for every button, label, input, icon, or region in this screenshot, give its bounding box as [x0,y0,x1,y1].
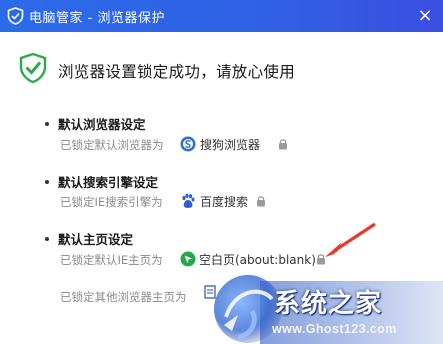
sogou-icon [180,136,196,152]
success-headline: 浏览器设置锁定成功，请放心使用 [58,63,296,81]
search-engine-value: 百度搜索 [200,195,249,209]
title-bar: 电脑管家 - 浏览器保护 × [0,0,443,32]
other-browsers-label: 已锁定其他浏览器主页为 [60,290,187,304]
watermark-logo-text: 系统之家 [274,289,383,319]
window-title: 电脑管家 - 浏览器保护 [29,11,165,26]
default-browser-value: 搜狗浏览器 [200,138,261,152]
section-title-default-browser: 默认浏览器设定 [58,117,146,132]
lock-icon[interactable] [278,138,288,150]
check-shield-icon [19,52,47,84]
section-title-search-engine: 默认搜索引擎设定 [58,175,159,190]
default-browser-label: 已锁定默认浏览器为 [60,138,164,152]
homepage-label: 已锁定默认IE主页为 [60,253,163,267]
shield-icon [7,7,24,25]
search-engine-label: 已锁定IE搜索引擎为 [60,195,163,209]
bullet [45,180,49,184]
bullet [45,122,49,126]
red-arrow-annotation [325,222,376,257]
watermark-url: www.Ghost123.com [272,322,397,336]
close-button[interactable]: × [415,6,435,26]
bullet [45,237,49,241]
baidu-paw-icon [182,193,195,208]
section-title-homepage: 默认主页设定 [58,232,134,247]
blank-page-icon [180,251,196,267]
homepage-value: 空白页(about:blank) [199,253,316,267]
lock-icon[interactable] [256,195,266,207]
